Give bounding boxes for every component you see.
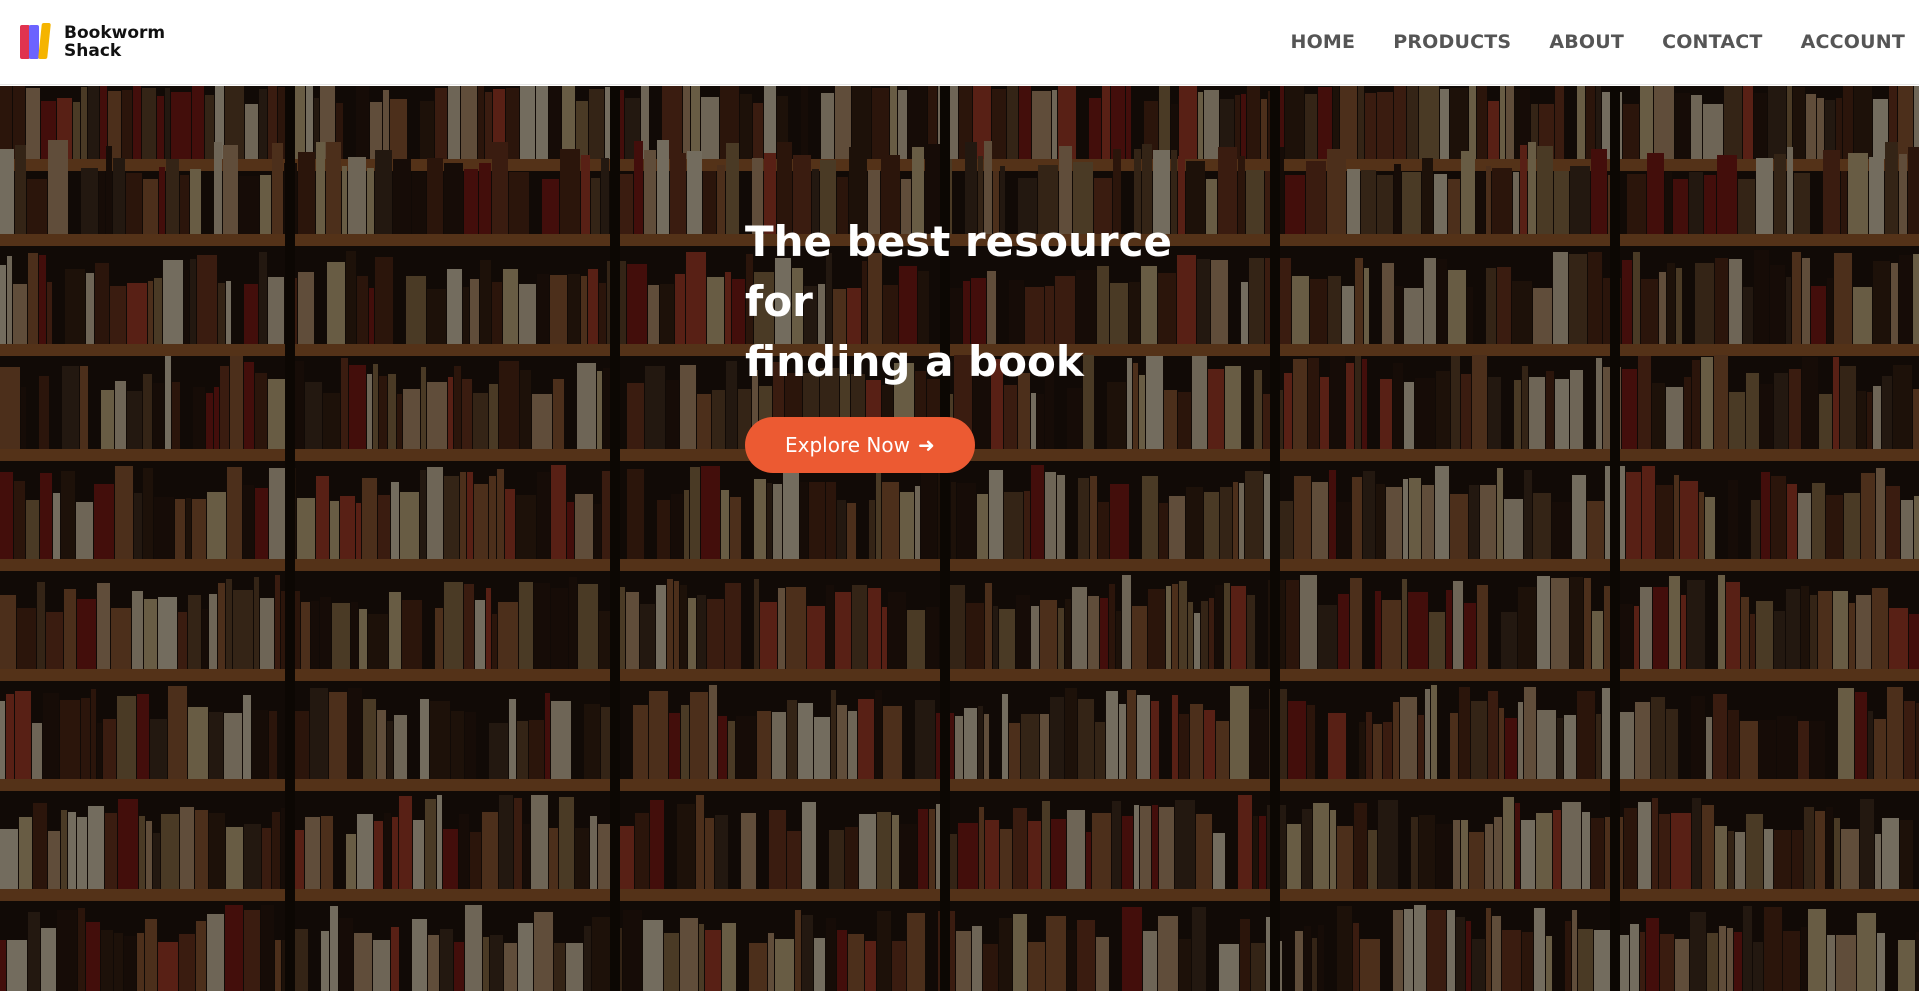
brand-name: Bookworm Shack — [64, 23, 166, 61]
nav-contact[interactable]: CONTACT — [1662, 31, 1763, 53]
site-header: Bookworm Shack HOME PRODUCTS ABOUT CONTA… — [0, 0, 1919, 85]
hero-title-line1: The best resource for — [745, 217, 1172, 326]
hero-title: The best resource for finding a book — [745, 212, 1205, 392]
nav-home[interactable]: HOME — [1290, 31, 1355, 53]
brand[interactable]: Bookworm Shack — [20, 23, 166, 61]
main-nav: HOME PRODUCTS ABOUT CONTACT ACCOUNT — [1252, 31, 1905, 53]
hero-section: The best resource for finding a book Exp… — [0, 86, 1919, 991]
hero-content: The best resource for finding a book Exp… — [745, 212, 1205, 473]
arrow-right-icon: ➜ — [917, 433, 935, 457]
brand-name-line2: Shack — [64, 41, 122, 61]
nav-account[interactable]: ACCOUNT — [1801, 31, 1905, 53]
explore-now-button[interactable]: Explore Now ➜ — [745, 417, 975, 473]
brand-name-line1: Bookworm — [64, 23, 166, 43]
nav-products[interactable]: PRODUCTS — [1393, 31, 1511, 53]
hero-title-line2: finding a book — [745, 337, 1084, 386]
explore-now-label: Explore Now — [785, 433, 910, 457]
nav-about[interactable]: ABOUT — [1549, 31, 1624, 53]
books-logo-icon — [20, 23, 56, 61]
